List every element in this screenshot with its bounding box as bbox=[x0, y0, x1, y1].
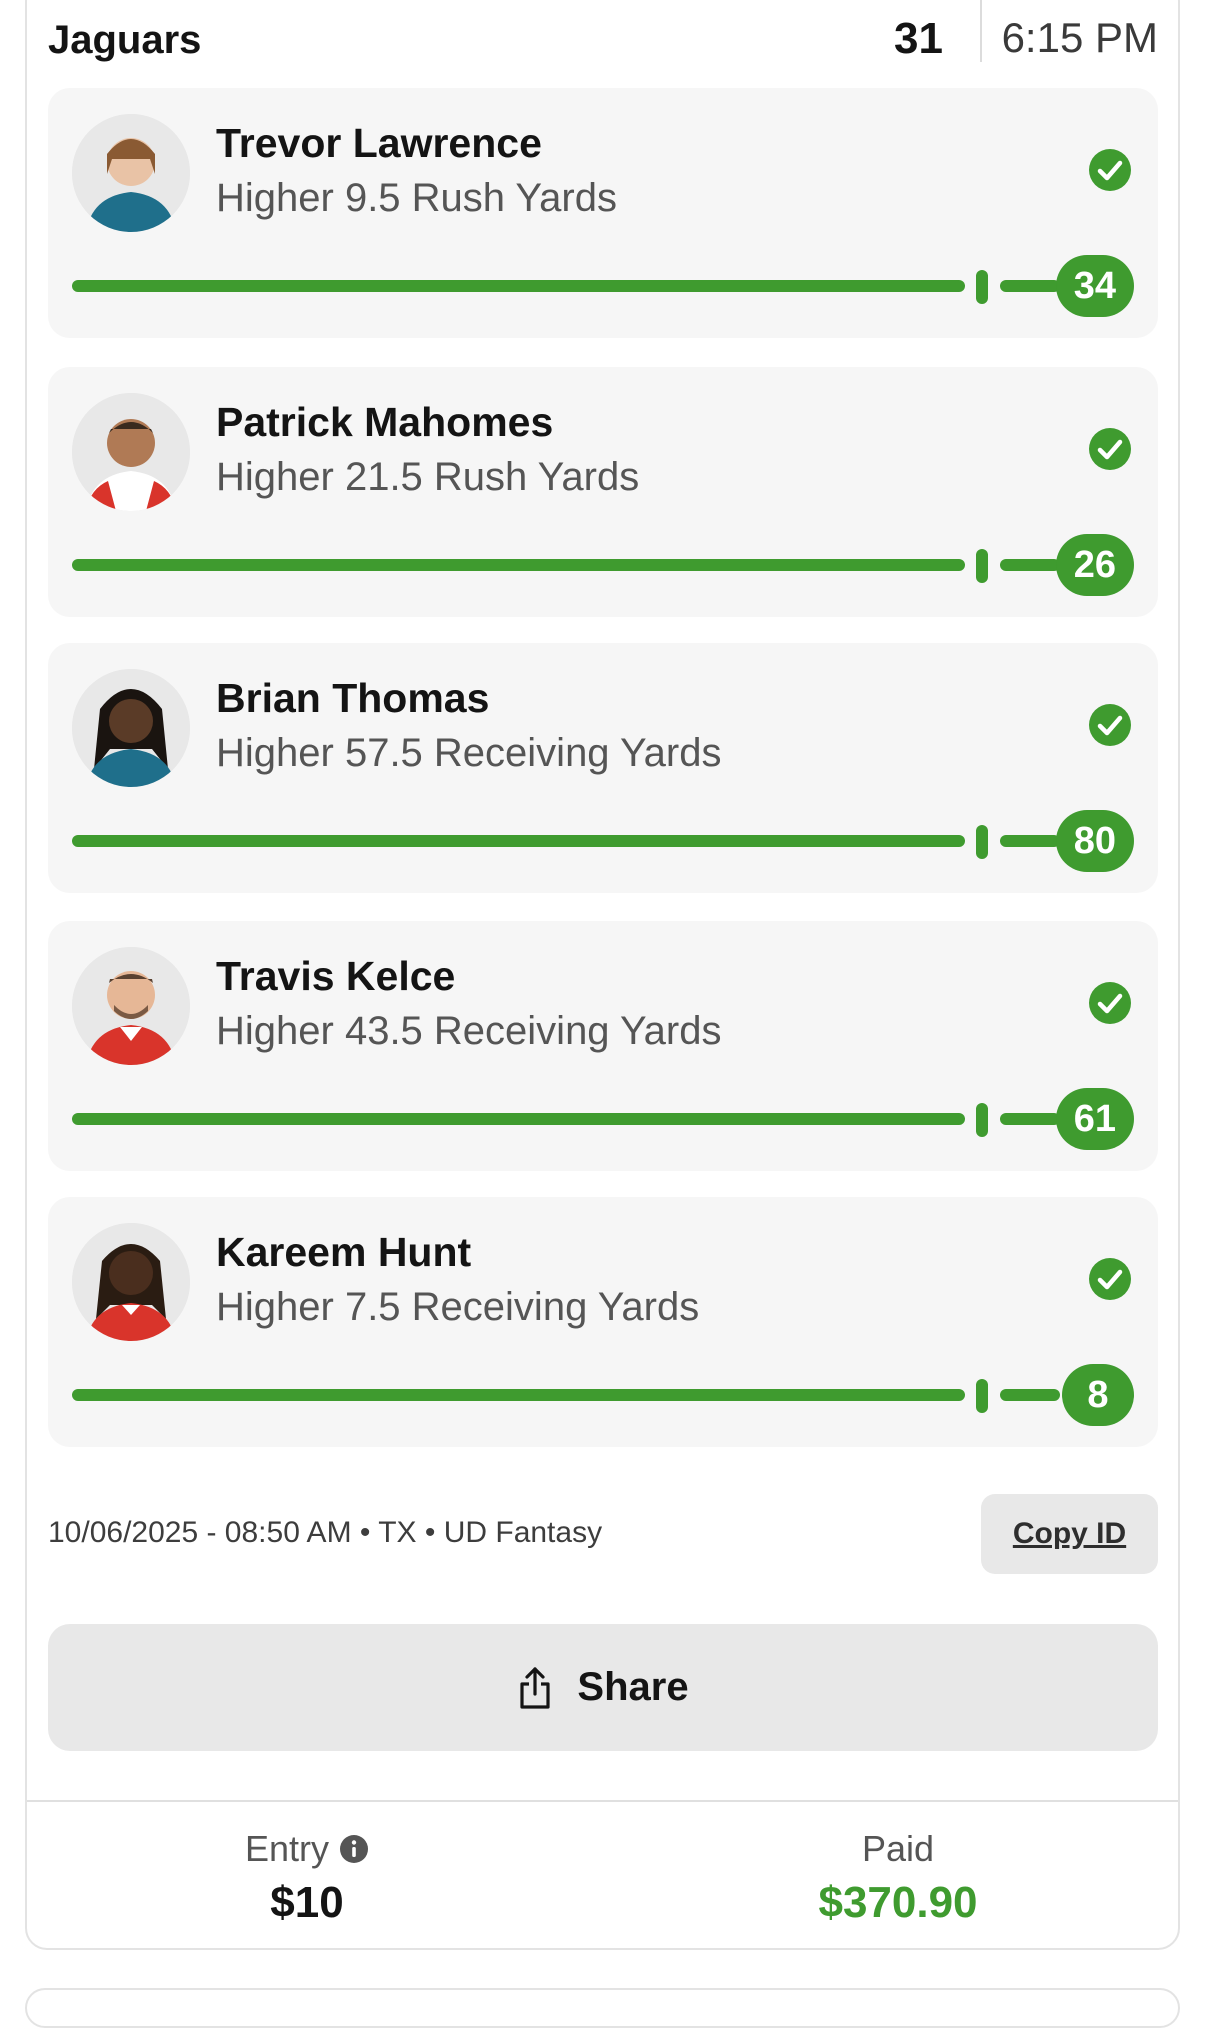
player-name: Trevor Lawrence bbox=[216, 120, 542, 166]
info-icon[interactable] bbox=[339, 1834, 369, 1864]
entry-value: $10 bbox=[270, 1878, 344, 1927]
entry-meta: 10/06/2025 - 08:50 AM • TX • UD Fantasy bbox=[48, 1516, 603, 1549]
game-header: Jaguars 31 6:15 PM bbox=[48, 0, 1158, 80]
pick-card[interactable]: Patrick Mahomes Higher 21.5 Rush Yards 2… bbox=[48, 367, 1158, 617]
game-time: 6:15 PM bbox=[1001, 14, 1158, 61]
pick-card[interactable]: Kareem Hunt Higher 7.5 Receiving Yards 8 bbox=[48, 1197, 1158, 1447]
paid-summary: Paid $370.90 bbox=[698, 1828, 1098, 1928]
result-badge: 26 bbox=[1055, 534, 1134, 596]
progress-track bbox=[72, 835, 965, 847]
pick-line: Higher 7.5 Receiving Yards bbox=[216, 1285, 700, 1329]
player-name: Patrick Mahomes bbox=[216, 399, 554, 445]
result-badge: 8 bbox=[1062, 1364, 1134, 1426]
result-badge: 34 bbox=[1055, 255, 1134, 317]
player-avatar bbox=[72, 1223, 190, 1341]
check-circle-icon bbox=[1089, 704, 1131, 746]
progress-track-tail bbox=[1000, 1389, 1060, 1401]
target-marker bbox=[976, 1103, 988, 1137]
progress-track bbox=[72, 280, 965, 292]
entry-label: Entry bbox=[244, 1828, 330, 1869]
check-circle-icon bbox=[1089, 982, 1131, 1024]
player-name: Kareem Hunt bbox=[216, 1229, 472, 1275]
target-marker bbox=[976, 549, 988, 583]
result-badge: 80 bbox=[1055, 810, 1134, 872]
pick-card[interactable]: Travis Kelce Higher 43.5 Receiving Yards… bbox=[48, 921, 1158, 1171]
player-name: Travis Kelce bbox=[216, 953, 456, 999]
team-score: 31 bbox=[894, 14, 943, 63]
header-divider bbox=[980, 0, 982, 62]
pick-line: Higher 21.5 Rush Yards bbox=[216, 455, 640, 499]
progress-track-tail bbox=[1000, 280, 1060, 292]
share-label: Share bbox=[577, 1665, 689, 1709]
pick-card[interactable]: Trevor Lawrence Higher 9.5 Rush Yards 34 bbox=[48, 88, 1158, 338]
check-circle-icon bbox=[1089, 1258, 1131, 1300]
progress-track-tail bbox=[1000, 1113, 1060, 1125]
pick-line: Higher 9.5 Rush Yards bbox=[216, 176, 617, 220]
player-avatar bbox=[72, 393, 190, 511]
progress-track-tail bbox=[1000, 835, 1060, 847]
pick-line: Higher 57.5 Receiving Yards bbox=[216, 731, 722, 775]
copy-id-button[interactable]: Copy ID bbox=[981, 1494, 1158, 1574]
share-icon bbox=[520, 1666, 551, 1709]
target-marker bbox=[976, 825, 988, 859]
target-marker bbox=[976, 270, 988, 304]
team-name: Jaguars bbox=[48, 18, 202, 62]
check-circle-icon bbox=[1089, 428, 1131, 470]
entry-summary: Entry $10 bbox=[107, 1828, 507, 1928]
pick-line: Higher 43.5 Receiving Yards bbox=[216, 1009, 722, 1053]
paid-label: Paid bbox=[861, 1828, 935, 1869]
player-name: Brian Thomas bbox=[216, 675, 490, 721]
progress-track bbox=[72, 1113, 965, 1125]
progress-track bbox=[72, 1389, 965, 1401]
check-circle-icon bbox=[1089, 149, 1131, 191]
paid-value: $370.90 bbox=[818, 1878, 978, 1927]
target-marker bbox=[976, 1379, 988, 1413]
player-avatar bbox=[72, 114, 190, 232]
progress-track bbox=[72, 559, 965, 571]
progress-track-tail bbox=[1000, 559, 1060, 571]
player-avatar bbox=[72, 669, 190, 787]
next-entry-card bbox=[25, 1988, 1180, 2028]
result-badge: 61 bbox=[1055, 1088, 1134, 1150]
player-avatar bbox=[72, 947, 190, 1065]
pick-card[interactable]: Brian Thomas Higher 57.5 Receiving Yards… bbox=[48, 643, 1158, 893]
share-button[interactable]: Share bbox=[48, 1624, 1158, 1751]
footer-divider bbox=[27, 1800, 1178, 1802]
